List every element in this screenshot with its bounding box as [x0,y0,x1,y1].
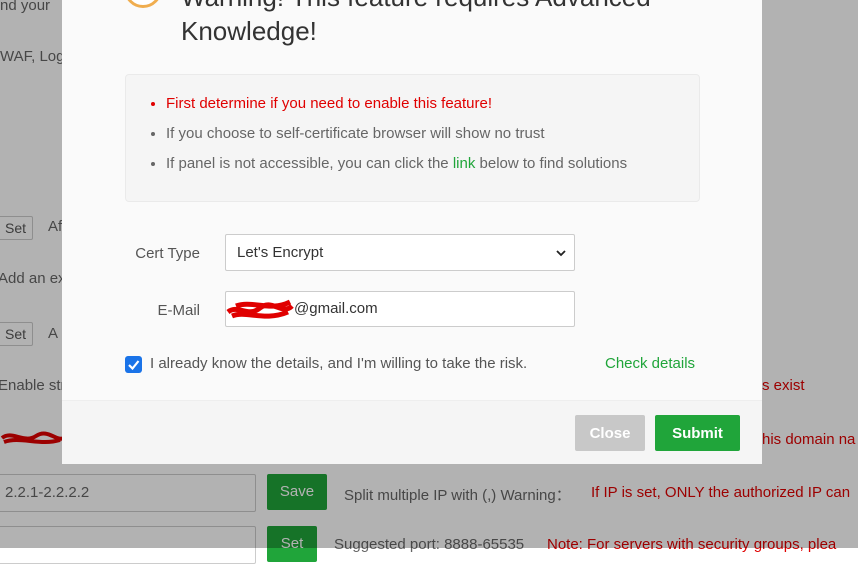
dialog-title: Warning! This feature requires Advanced … [181,0,651,46]
close-button[interactable]: Close [575,415,645,451]
check-details-link[interactable]: Check details [605,355,695,372]
solutions-link[interactable]: link [453,155,476,172]
submit-button[interactable]: Submit [655,415,740,451]
cert-type-select[interactable]: Let's Encrypt [225,234,575,271]
notice-text: If panel is not accessible, you can clic… [166,155,453,172]
email-field[interactable]: @gmail.com [225,291,575,327]
notice-text: below to find solutions [475,155,628,172]
notice-item: First determine if you need to enable th… [166,89,699,119]
checkmark-icon [128,360,140,371]
email-label: E-Mail [157,302,200,319]
notice-item: If you choose to self-certificate browse… [166,119,699,149]
risk-checkbox-label[interactable]: I already know the details, and I'm will… [150,355,527,372]
email-value: @gmail.com [294,300,378,317]
notice-item: If panel is not accessible, you can clic… [166,149,699,179]
notice-box: First determine if you need to enable th… [125,74,700,202]
cert-type-label: Cert Type [135,245,200,262]
dialog-footer: Close Submit [62,400,762,464]
risk-checkbox[interactable] [125,356,142,373]
warning-icon [124,0,162,8]
warning-dialog: Warning! This feature requires Advanced … [62,0,762,464]
cert-type-value: Let's Encrypt [237,244,324,261]
dialog-body: Warning! This feature requires Advanced … [62,0,762,400]
redaction-scribble [226,299,294,319]
chevron-down-icon [556,250,566,257]
